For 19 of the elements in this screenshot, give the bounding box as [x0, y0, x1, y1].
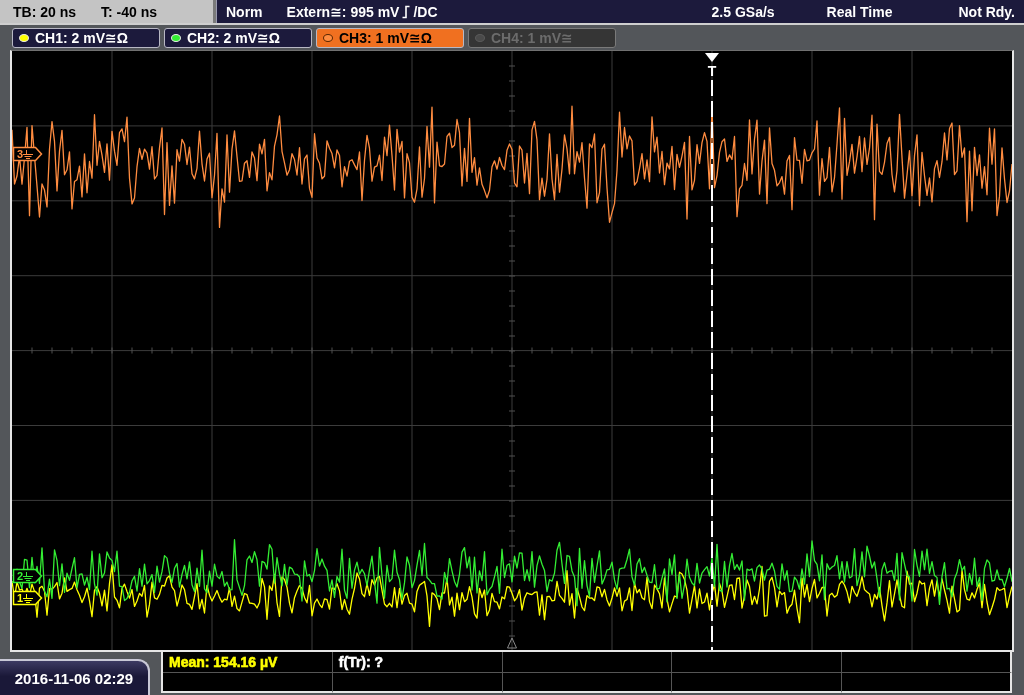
channel-tab[interactable]: CH1: 2 mV≅Ω [12, 27, 160, 48]
date-time-display: 2016-11-06 02:29 [0, 659, 150, 695]
trigger-source-label: Extern≅: 995 mV [286, 3, 400, 20]
trigger-mode-label: Norm [226, 3, 263, 20]
measurement-text: f(Tr): ? [338, 653, 384, 670]
position-marker-icon [507, 637, 517, 649]
timebase-label: TB: 20 ns [13, 3, 76, 20]
channel-tab[interactable]: CH3: 1 mV≅Ω [316, 27, 464, 48]
trigger-coupling-label: /DC [413, 3, 438, 20]
channel-tab[interactable]: CH2: 2 mV≅Ω [164, 27, 312, 48]
channel-marker: 1 [12, 590, 43, 606]
channel-marker: 3 [12, 146, 43, 162]
time-offset-label: T: -40 ns [101, 3, 158, 20]
status-label: Not Rdy. [958, 3, 1015, 20]
acquisition-mode-label: Real Time [826, 3, 893, 20]
channel-marker: 2 [12, 568, 43, 584]
rising-edge-icon [402, 4, 411, 19]
measurement-text: Mean: 154.16 µV [169, 653, 278, 670]
sample-rate-label: 2.5 GSa/s [711, 3, 775, 20]
